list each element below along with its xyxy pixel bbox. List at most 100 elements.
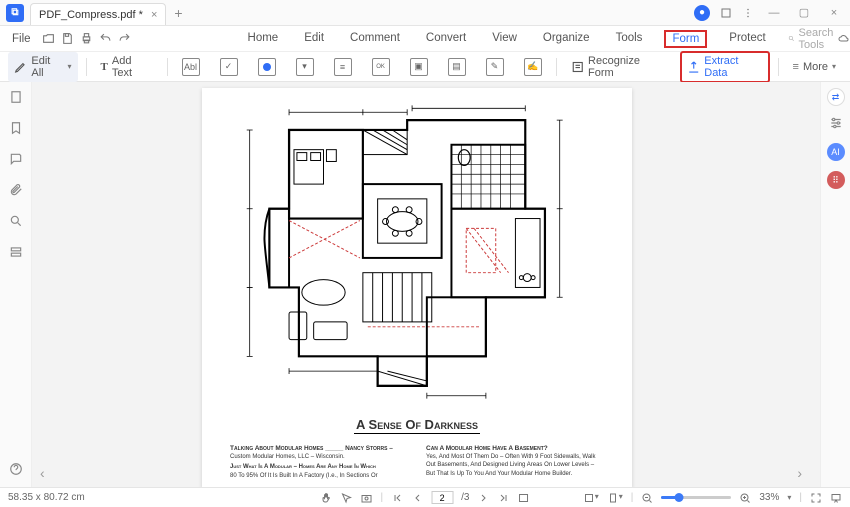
add-text-label: Add Text [112, 55, 153, 79]
save-icon[interactable] [61, 30, 74, 48]
search-tools[interactable]: Search Tools [788, 27, 838, 51]
list-field-button[interactable]: ≡ [328, 55, 358, 79]
close-window-button[interactable]: × [824, 7, 844, 19]
page-title-text: A Sense Of Darkness [230, 417, 604, 434]
attachments-icon[interactable] [9, 183, 23, 200]
page-number-input[interactable] [431, 491, 453, 504]
chevron-down-icon: ▾ [832, 62, 836, 71]
menu-view[interactable]: View [488, 30, 521, 48]
apps-badge-icon[interactable]: ⠿ [827, 171, 845, 189]
separator [167, 58, 168, 76]
zoom-dropdown-icon[interactable]: ▾ [787, 493, 791, 502]
left-sidebar [0, 82, 32, 487]
next-page-arrow[interactable]: › [797, 465, 802, 481]
properties-icon[interactable] [829, 116, 843, 133]
cloud-icon[interactable] [838, 33, 850, 45]
combo-field-button[interactable]: ▾ [290, 55, 320, 79]
fullscreen-icon[interactable] [810, 492, 822, 504]
search-panel-icon[interactable] [9, 214, 23, 231]
single-page-icon[interactable]: ▾ [607, 492, 623, 504]
text-columns: Talking About Modular Homes _____ Nancy … [230, 444, 604, 480]
list-icon: ≡ [334, 58, 352, 76]
ai-badge-icon[interactable]: AI [827, 143, 845, 161]
floorplan-drawing [230, 98, 604, 408]
select-tool-icon[interactable] [341, 492, 353, 504]
menu-tools[interactable]: Tools [612, 30, 647, 48]
main-menu: Home Edit Comment Convert View Organize … [244, 30, 770, 48]
edit-all-label: Edit All [31, 55, 63, 79]
checkbox-icon: ✓ [220, 58, 238, 76]
date-field-button[interactable]: ▤ [442, 55, 472, 79]
prev-page-arrow[interactable]: ‹ [40, 465, 45, 481]
first-page-icon[interactable] [391, 492, 403, 504]
new-tab-button[interactable]: + [174, 5, 182, 21]
zoom-out-icon[interactable] [641, 492, 653, 504]
presentation-icon[interactable] [830, 492, 842, 504]
open-icon[interactable] [42, 30, 55, 48]
menu-convert[interactable]: Convert [422, 30, 470, 48]
text-field-button[interactable]: Abl [176, 55, 206, 79]
redo-icon[interactable] [118, 30, 131, 48]
text-T-icon: T [101, 61, 108, 73]
menu-home[interactable]: Home [244, 30, 283, 48]
close-tab-icon[interactable]: × [151, 9, 157, 21]
more-button[interactable]: ≡ More ▾ [787, 58, 843, 76]
combo-icon: ▾ [296, 58, 314, 76]
document-canvas[interactable]: A Sense Of Darkness Talking About Modula… [32, 82, 820, 487]
separator [86, 58, 87, 76]
button-icon: OK [372, 58, 390, 76]
thumbnails-icon[interactable] [9, 90, 23, 107]
fit-mode-icon[interactable]: ▾ [583, 492, 599, 504]
slider-thumb[interactable] [674, 493, 683, 502]
menu-protect[interactable]: Protect [725, 30, 769, 48]
menu-organize[interactable]: Organize [539, 30, 594, 48]
col2-heading: Can A Modular Home Have A Basement? [426, 444, 604, 453]
extract-label: Extract Data [704, 55, 762, 79]
user-avatar[interactable]: ● [694, 5, 710, 21]
zoom-slider[interactable] [661, 496, 731, 499]
col1-body: 80 To 95% Of It Is Built In A Factory (I… [230, 472, 408, 480]
next-page-icon[interactable] [477, 492, 489, 504]
pencil-icon [14, 60, 27, 74]
add-text-button[interactable]: T Add Text [95, 52, 159, 82]
search-placeholder: Search Tools [799, 27, 838, 51]
hand-tool-icon[interactable] [321, 492, 333, 504]
col1-sub: Custom Modular Homes, LLC – Wisconsin. [230, 453, 408, 461]
help-icon[interactable] [9, 462, 23, 479]
comments-icon[interactable] [9, 152, 23, 169]
digital-sig-icon: ✍ [524, 58, 542, 76]
signature-field-button[interactable]: ✎ [480, 55, 510, 79]
panel-icon[interactable] [720, 7, 732, 19]
image-field-button[interactable]: ▣ [404, 55, 434, 79]
menu-comment[interactable]: Comment [346, 30, 404, 48]
undo-icon[interactable] [99, 30, 112, 48]
print-icon[interactable] [80, 30, 93, 48]
bookmarks-icon[interactable] [9, 121, 23, 138]
menu-edit[interactable]: Edit [300, 30, 328, 48]
page-dimensions: 58.35 x 80.72 cm [8, 492, 85, 503]
radio-field-button[interactable] [252, 55, 282, 79]
prev-page-icon[interactable] [411, 492, 423, 504]
menu-form[interactable]: Form [664, 30, 707, 48]
extract-data-button[interactable]: Extract Data [687, 55, 763, 79]
recognize-form-button[interactable]: Recognize Form [565, 52, 672, 82]
burger-icon: ≡ [793, 61, 799, 73]
minimize-button[interactable]: — [764, 7, 784, 19]
maximize-button[interactable]: ▢ [794, 6, 814, 19]
read-mode-icon[interactable] [517, 492, 529, 504]
button-field-button[interactable]: OK [366, 55, 396, 79]
last-page-icon[interactable] [497, 492, 509, 504]
kebab-icon[interactable] [742, 7, 754, 19]
file-menu[interactable]: File [8, 31, 35, 47]
sep: | [799, 492, 802, 503]
digital-sig-button[interactable]: ✍ [518, 55, 548, 79]
pdf-badge-icon[interactable]: ⇄ [827, 88, 845, 106]
fields-icon[interactable] [9, 245, 23, 262]
checkbox-field-button[interactable]: ✓ [214, 55, 244, 79]
edit-all-button[interactable]: Edit All ▾ [8, 52, 78, 82]
document-tab[interactable]: PDF_Compress.pdf * × [30, 3, 166, 25]
zoom-in-icon[interactable] [739, 492, 751, 504]
col1-heading: Talking About Modular Homes _____ Nancy … [230, 444, 408, 453]
snapshot-icon[interactable] [361, 492, 373, 504]
radio-icon [258, 58, 276, 76]
